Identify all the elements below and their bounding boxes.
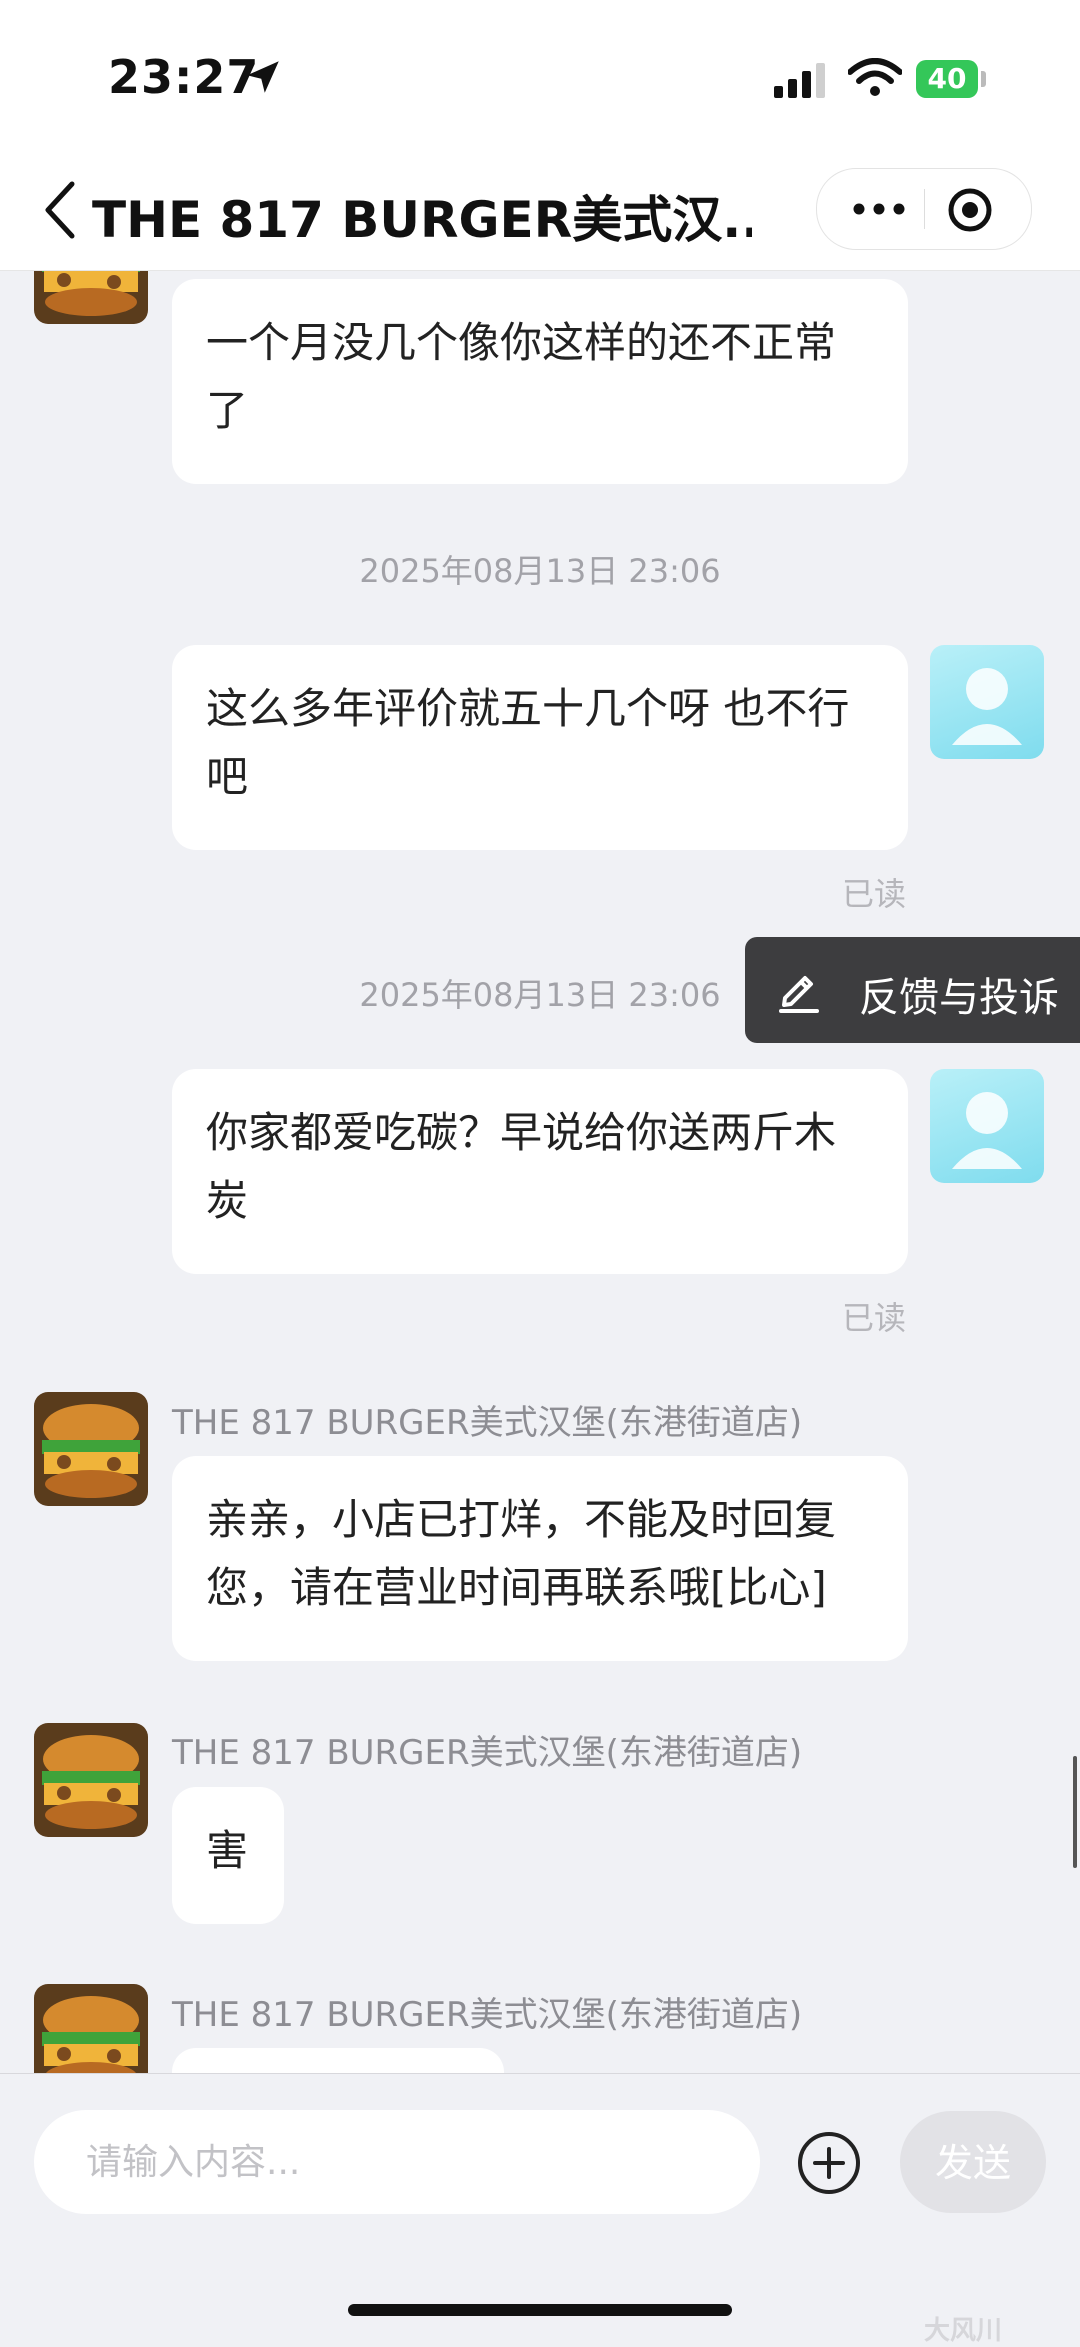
shop-avatar[interactable]	[34, 1723, 148, 1837]
more-dots-icon[interactable]	[849, 187, 909, 231]
shop-avatar[interactable]	[34, 1392, 148, 1506]
wifi-icon	[848, 58, 902, 96]
miniprogram-capsule	[816, 168, 1032, 250]
scrollbar[interactable]	[1073, 1756, 1077, 1868]
plus-circle-icon[interactable]	[796, 2130, 862, 2196]
feedback-label: 反馈与投诉	[859, 975, 1059, 1021]
nav-bar: THE 817 BURGER美式汉...	[0, 150, 1080, 271]
read-status: 已读	[842, 875, 907, 913]
message-bubble[interactable]: 你家都爱吃碳？早说给你送两斤木炭	[172, 1069, 908, 1274]
chat-list[interactable]: 一个月没几个像你这样的还不正常了 2025年08月13日 23:06 这么多年评…	[0, 271, 1080, 2073]
battery-indicator: 40	[916, 60, 978, 98]
page-title: THE 817 BURGER美式汉...	[92, 191, 752, 249]
location-arrow-icon	[247, 61, 279, 93]
send-button[interactable]: 发送	[900, 2111, 1046, 2213]
target-icon[interactable]	[947, 187, 993, 233]
home-indicator	[348, 2304, 732, 2316]
input-bar: 发送	[0, 2073, 1080, 2342]
sender-name: THE 817 BURGER美式汉堡(东港街道店)	[172, 1733, 803, 1773]
timestamp: 2025年08月13日 23:06	[359, 552, 721, 590]
sender-name: THE 817 BURGER美式汉堡(东港街道店)	[172, 1403, 803, 1443]
message-bubble[interactable]: 一个月没几个像你这样的还不正常了	[172, 279, 908, 484]
pen-icon	[779, 976, 819, 1013]
signal-icon	[774, 63, 825, 98]
user-avatar[interactable]	[930, 645, 1044, 759]
message-bubble[interactable]: 这么多年评价就五十几个呀 也不行吧	[172, 645, 908, 850]
message-input[interactable]	[34, 2110, 760, 2214]
watermark: 大风川	[924, 2316, 1003, 2346]
read-status: 已读	[842, 1299, 907, 1337]
message-bubble[interactable]: 害	[172, 1787, 284, 1924]
user-avatar[interactable]	[930, 1069, 1044, 1183]
status-time: 23:27	[108, 50, 260, 104]
capsule-divider	[924, 189, 925, 229]
back-chevron-icon[interactable]	[40, 178, 80, 242]
message-bubble[interactable]	[172, 2048, 504, 2073]
status-bar: 23:27 40	[0, 0, 1080, 150]
shop-avatar[interactable]	[34, 1984, 148, 2073]
feedback-complaint-button[interactable]: 反馈与投诉	[745, 937, 1080, 1043]
battery-tip	[981, 71, 986, 87]
sender-name: THE 817 BURGER美式汉堡(东港街道店)	[172, 1995, 803, 2035]
message-bubble[interactable]: 亲亲，小店已打烊，不能及时回复您，请在营业时间再联系哦[比心]	[172, 1456, 908, 1661]
shop-avatar[interactable]	[34, 271, 148, 324]
